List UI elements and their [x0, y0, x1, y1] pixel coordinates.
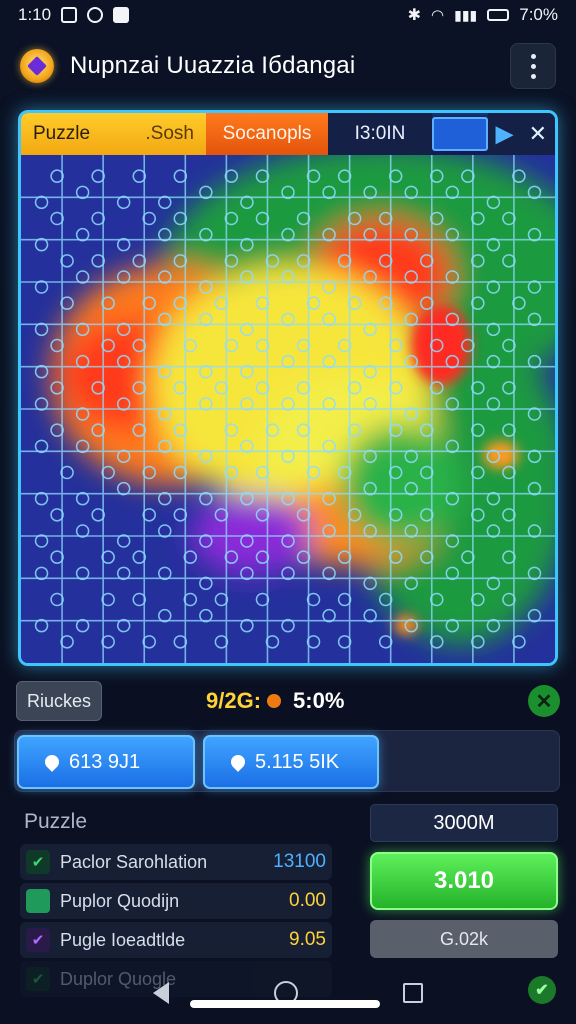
- progress-dot-icon: [267, 694, 282, 708]
- sync-icon: [87, 7, 104, 23]
- right-column: 3000M 3.010 G.02k: [370, 804, 558, 958]
- location-pin-icon: [42, 752, 62, 772]
- square-check-icon: [26, 889, 50, 913]
- pill-row: 613 9J1 5.115 5IK: [14, 730, 560, 792]
- pill-button-1[interactable]: 613 9J1: [17, 735, 195, 789]
- board-color-blob-green: [341, 425, 461, 545]
- app-logo-icon: [20, 49, 54, 83]
- app-bar: Nupnzai Uuazzia Iбdangai: [0, 36, 576, 96]
- mail-icon: [113, 7, 130, 23]
- check-icon: ✔: [26, 850, 50, 874]
- app-title: Nupnzai Uuazzia Iбdangai: [70, 52, 356, 79]
- board-tabs: Puzzle .Sosh Socanopls I3:0IN ▶ ✕: [21, 113, 555, 155]
- location-pin-icon: [228, 752, 248, 772]
- overflow-menu-button[interactable]: [510, 43, 556, 89]
- list-item[interactable]: Puplor Quodijn 0.00: [20, 883, 332, 919]
- list-item-label: Pugle Ioeadtlde: [60, 929, 186, 950]
- battery-percent: 7:0%: [519, 5, 558, 24]
- tab-puzzle-label: Puzzle: [33, 123, 91, 144]
- home-indicator[interactable]: [190, 1000, 380, 1008]
- tab-score[interactable]: Socanopls: [206, 113, 328, 155]
- list-item[interactable]: ✔ Pugle Ioeadtlde 9.05: [20, 922, 332, 958]
- list-item-label: Puplor Quodijn: [60, 890, 180, 911]
- tab-blank-button[interactable]: [432, 117, 488, 151]
- tab-controls: ▶ ✕: [488, 113, 555, 155]
- gallery-icon: [61, 7, 78, 23]
- list-item-value: 0.00: [289, 890, 326, 911]
- list-item-value: 9.05: [289, 929, 326, 950]
- recent-apps-icon[interactable]: [403, 983, 424, 1003]
- stat-value: 5:0%: [293, 688, 345, 713]
- stat-prefix: 9/2G:: [206, 688, 262, 713]
- tab-puzzle[interactable]: Puzzle .Sosh: [21, 113, 206, 155]
- secondary-action-button[interactable]: G.02k: [370, 920, 558, 958]
- section-title: Puzzle: [24, 810, 88, 833]
- notification-icon: ✱: [407, 7, 422, 24]
- status-time: 1:10: [18, 5, 52, 24]
- tab-time[interactable]: I3:0IN: [328, 113, 432, 155]
- check-icon: ✔: [26, 928, 50, 952]
- controls-row: Riuckes 9/2G: 5:0% ✕: [16, 680, 560, 722]
- pieces-button[interactable]: Riuckes: [16, 681, 102, 721]
- pill-button-2[interactable]: 5.115 5IK: [203, 735, 379, 789]
- close-icon[interactable]: ✕: [529, 121, 547, 147]
- close-icon: ✕: [535, 690, 553, 713]
- menu-dot-icon: [530, 73, 536, 79]
- back-icon[interactable]: [152, 982, 169, 1004]
- menu-dot-icon: [530, 63, 536, 69]
- progress-stat: 9/2G: 5:0%: [206, 688, 344, 714]
- system-nav-bar: [0, 962, 576, 1024]
- status-bar: 1:10 ✱ ◠ ▮▮▮ 7:0%: [0, 0, 576, 30]
- play-icon[interactable]: ▶: [496, 121, 513, 147]
- tab-puzzle-sub: .Sosh: [145, 123, 194, 144]
- signal-icon: ▮▮▮: [454, 6, 478, 23]
- list-item-label: Paclor Sarohlation: [60, 851, 208, 872]
- pill-label: 613 9J1: [69, 750, 141, 773]
- total-display: 3000M: [370, 804, 558, 842]
- list-item[interactable]: ✔ Paclor Sarohlation 13100: [20, 844, 332, 880]
- primary-action-button[interactable]: 3.010: [370, 852, 558, 910]
- menu-dot-icon: [530, 53, 536, 59]
- wifi-icon: ◠: [431, 7, 445, 24]
- board-color-blob-purple: [191, 495, 311, 575]
- pill-label: 5.115 5IK: [255, 750, 340, 773]
- green-close-button[interactable]: ✕: [528, 685, 560, 717]
- puzzle-board-canvas: [21, 155, 555, 663]
- puzzle-board[interactable]: [21, 155, 555, 663]
- corner-check-icon[interactable]: ✔: [528, 976, 556, 1004]
- battery-icon: [487, 9, 510, 21]
- puzzle-board-frame: Puzzle .Sosh Socanopls I3:0IN ▶ ✕: [18, 110, 558, 666]
- list-item-value: 13100: [273, 851, 326, 872]
